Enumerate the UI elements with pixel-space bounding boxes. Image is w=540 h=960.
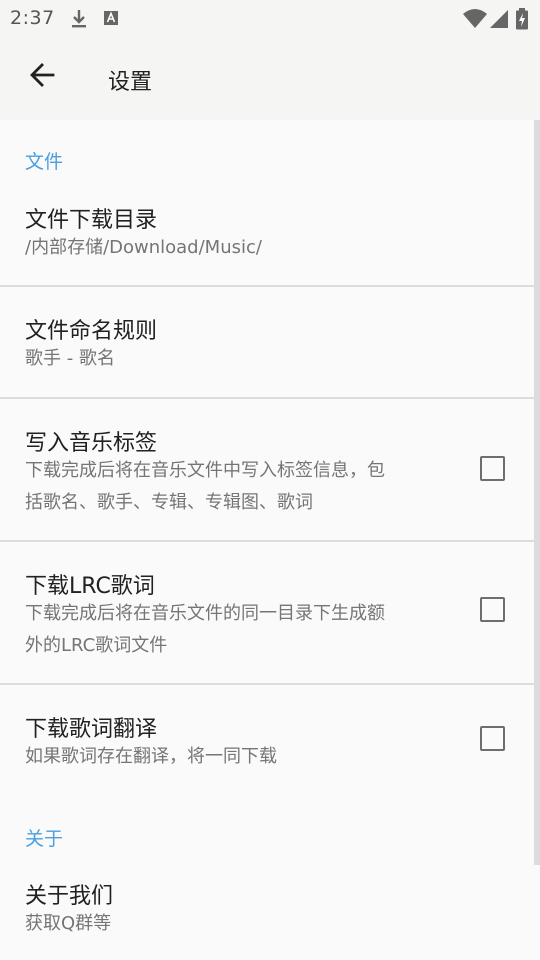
battery-charging-icon (515, 8, 529, 34)
cellular-signal-icon (488, 8, 510, 34)
section-header-file: 文件 (25, 151, 64, 173)
pref-summary: 如果歌词存在翻译，将一同下载 (25, 746, 277, 767)
pref-download-directory[interactable]: 文件下载目录 /内部存储/Download/Music/ (0, 180, 534, 285)
pref-about-us[interactable]: 关于我们 获取Q群等 (0, 858, 534, 960)
pref-write-music-tags[interactable]: 写入音乐标签 下载完成后将在音乐文件中写入标签信息，包 括歌名、歌手、专辑、专辑… (0, 399, 534, 540)
pref-title: 下载LRC歌词 (25, 574, 155, 599)
pref-summary-line-2: 外的LRC歌词文件 (25, 635, 168, 656)
pref-summary-line-1: 下载完成后将在音乐文件的同一目录下生成额 (25, 603, 385, 624)
section-header-about: 关于 (25, 828, 64, 850)
pref-summary-line-2: 括歌名、歌手、专辑、专辑图、歌词 (25, 492, 313, 513)
download-lrc-checkbox[interactable] (480, 597, 505, 622)
back-button[interactable] (20, 55, 64, 99)
pref-title: 下载歌词翻译 (25, 717, 158, 742)
pref-download-lyrics-translation[interactable]: 下载歌词翻译 如果歌词存在翻译，将一同下载 (0, 685, 534, 795)
status-bar: 2:37 (0, 0, 540, 38)
pref-summary: 获取Q群等 (25, 913, 112, 934)
font-a-icon (103, 8, 119, 32)
pref-file-naming-rule[interactable]: 文件命名规则 歌手 - 歌名 (0, 287, 534, 397)
pref-summary: /内部存储/Download/Music/ (25, 237, 262, 258)
pref-download-lrc[interactable]: 下载LRC歌词 下载完成后将在音乐文件的同一目录下生成额 外的LRC歌词文件 (0, 542, 534, 683)
page-title: 设置 (108, 70, 153, 95)
pref-summary: 歌手 - 歌名 (25, 348, 115, 369)
status-time: 2:37 (10, 7, 55, 29)
pref-title: 文件命名规则 (25, 319, 158, 344)
lyrics-translation-checkbox[interactable] (480, 726, 505, 751)
pref-title: 关于我们 (25, 884, 114, 909)
settings-list[interactable]: 文件 文件下载目录 /内部存储/Download/Music/ 文件命名规则 歌… (0, 120, 540, 960)
pref-title: 写入音乐标签 (25, 431, 158, 456)
arrow-back-icon (28, 61, 56, 93)
pref-title: 文件下载目录 (25, 208, 158, 233)
download-icon (70, 8, 88, 34)
pref-summary-line-1: 下载完成后将在音乐文件中写入标签信息，包 (25, 460, 385, 481)
app-bar: 设置 (0, 38, 540, 120)
write-tags-checkbox[interactable] (480, 456, 505, 481)
wifi-icon (462, 8, 488, 34)
scrollbar[interactable] (534, 120, 540, 865)
